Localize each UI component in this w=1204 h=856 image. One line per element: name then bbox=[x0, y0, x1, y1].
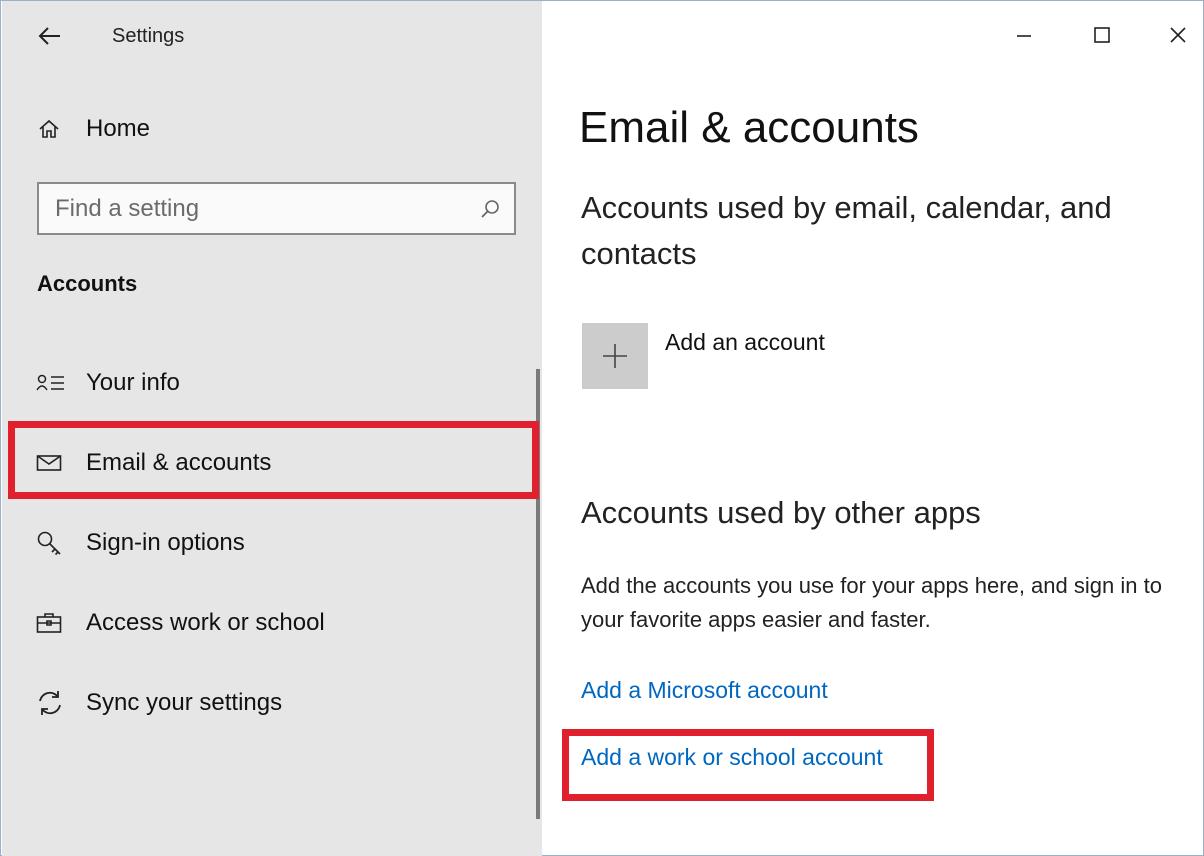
sidebar-item-label: Your info bbox=[86, 369, 180, 396]
sidebar-item-email-accounts[interactable]: Email & accounts bbox=[32, 438, 532, 488]
sidebar-item-sync-settings[interactable]: Sync your settings bbox=[32, 678, 532, 728]
close-button[interactable] bbox=[1153, 15, 1203, 55]
close-icon bbox=[1170, 27, 1186, 43]
plus-tile[interactable] bbox=[582, 323, 648, 389]
briefcase-icon bbox=[32, 603, 72, 643]
minimize-icon bbox=[1017, 35, 1031, 37]
page-title: Email & accounts bbox=[579, 103, 919, 152]
search-input[interactable] bbox=[39, 184, 466, 233]
minimize-button[interactable] bbox=[999, 15, 1049, 55]
home-link[interactable]: Home bbox=[32, 109, 512, 149]
other-apps-section-heading: Accounts used by other apps bbox=[581, 495, 981, 530]
sidebar-item-label: Email & accounts bbox=[86, 449, 272, 476]
key-icon bbox=[32, 523, 72, 563]
sidebar-item-sign-in-options[interactable]: Sign-in options bbox=[32, 518, 532, 568]
person-list-icon bbox=[32, 363, 72, 403]
sidebar-item-label: Access work or school bbox=[86, 609, 325, 636]
section-label-accounts: Accounts bbox=[37, 271, 138, 296]
mail-icon bbox=[32, 443, 72, 483]
other-apps-description: Add the accounts you use for your apps h… bbox=[581, 573, 1162, 632]
sidebar-item-your-info[interactable]: Your info bbox=[32, 358, 532, 408]
search-icon[interactable] bbox=[466, 184, 514, 233]
plus-icon bbox=[603, 344, 627, 368]
settings-window: Settings Home Accounts bbox=[0, 0, 1204, 856]
sidebar-item-label: Sign-in options bbox=[86, 529, 245, 556]
sidebar-scrollbar[interactable] bbox=[536, 369, 540, 819]
add-account-label: Add an account bbox=[665, 329, 825, 355]
add-work-school-account-link[interactable]: Add a work or school account bbox=[581, 744, 883, 771]
maximize-icon bbox=[1094, 27, 1110, 43]
back-button[interactable] bbox=[30, 19, 70, 53]
home-icon bbox=[32, 109, 72, 149]
app-title: Settings bbox=[112, 25, 185, 47]
search-box[interactable] bbox=[37, 182, 516, 235]
add-microsoft-account-link[interactable]: Add a Microsoft account bbox=[581, 677, 828, 704]
add-account-button[interactable]: Add an account bbox=[582, 323, 1002, 389]
sidebar-item-label: Sync your settings bbox=[86, 689, 283, 716]
sidebar: Settings Home Accounts bbox=[2, 1, 542, 856]
maximize-button[interactable] bbox=[1077, 15, 1127, 55]
home-label: Home bbox=[86, 115, 151, 142]
back-arrow-icon bbox=[38, 27, 60, 45]
sidebar-item-access-work-school[interactable]: Access work or school bbox=[32, 598, 532, 648]
sync-icon bbox=[32, 683, 72, 723]
email-section-heading: Accounts used by email, calendar, and co… bbox=[581, 190, 1112, 271]
